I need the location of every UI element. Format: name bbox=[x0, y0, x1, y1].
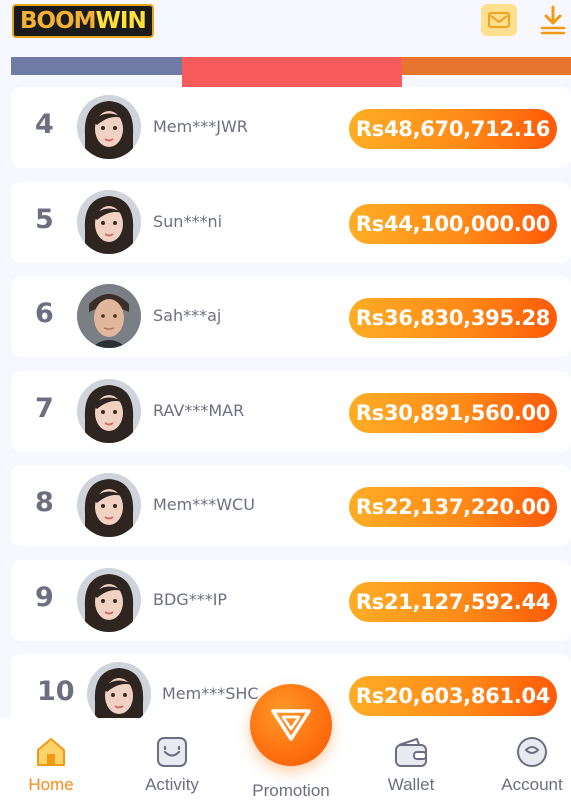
winnings-badge: Rs48,670,712.16 bbox=[349, 109, 557, 149]
rank-number: 10 bbox=[37, 676, 75, 707]
leaderboard-row[interactable]: 6 Sah***aj Rs36,830,395.28 bbox=[11, 276, 571, 357]
mail-icon bbox=[488, 12, 510, 28]
avatar bbox=[77, 284, 141, 348]
player-name: Mem***JWR bbox=[153, 117, 248, 136]
wallet-icon bbox=[395, 738, 427, 767]
stripe-segment-center bbox=[182, 57, 402, 87]
rank-number: 5 bbox=[35, 204, 54, 235]
nav-home[interactable]: Home bbox=[6, 735, 96, 795]
mail-button[interactable] bbox=[481, 4, 517, 36]
player-name: BDG***IP bbox=[153, 590, 228, 609]
promotion-button[interactable] bbox=[250, 684, 332, 766]
player-name: Mem***WCU bbox=[153, 495, 255, 514]
rank-number: 7 bbox=[35, 393, 54, 424]
header: BOOM WIN bbox=[0, 0, 571, 58]
player-name: Sah***aj bbox=[153, 306, 222, 325]
stripe-segment-right bbox=[402, 57, 571, 75]
leaderboard-row[interactable]: 9 BDG***IP Rs21,127,592.44 bbox=[11, 560, 571, 641]
leaderboard-row[interactable]: 5 Sun***ni Rs44,100,000.00 bbox=[11, 182, 571, 263]
download-icon bbox=[540, 5, 566, 35]
rank-number: 9 bbox=[35, 582, 54, 613]
logo-text-win: WIN bbox=[95, 8, 147, 34]
nav-wallet-label: Wallet bbox=[387, 775, 435, 794]
leaderboard-row[interactable]: 8 Mem***WCU Rs22,137,220.00 bbox=[11, 465, 571, 546]
activity-icon bbox=[157, 737, 187, 767]
avatar bbox=[77, 95, 141, 159]
nav-activity[interactable]: Activity bbox=[127, 735, 217, 795]
podium-stripe bbox=[11, 57, 571, 87]
nav-promotion-label[interactable]: Promotion bbox=[241, 781, 341, 801]
nav-activity-label: Activity bbox=[145, 775, 199, 794]
player-name: Sun***ni bbox=[153, 212, 223, 231]
leaderboard-row[interactable]: 4 Mem***JWR Rs48,670,712.16 bbox=[11, 87, 571, 168]
player-name: RAV***MAR bbox=[153, 401, 245, 420]
boomwin-logo[interactable]: BOOM WIN bbox=[12, 4, 154, 38]
nav-home-label: Home bbox=[28, 775, 74, 794]
winnings-badge: Rs22,137,220.00 bbox=[349, 487, 557, 527]
winnings-badge: Rs21,127,592.44 bbox=[349, 582, 557, 622]
diamond-icon bbox=[271, 709, 311, 741]
nav-account[interactable]: Account bbox=[487, 735, 571, 795]
account-icon bbox=[517, 737, 547, 767]
winnings-badge: Rs36,830,395.28 bbox=[349, 298, 557, 338]
app-root: BOOM WIN 4 Mem***JWR Rs48,670,712.16 5 Sun***… bbox=[0, 0, 571, 805]
stripe-segment-left bbox=[11, 57, 182, 75]
player-name: Mem***SHC bbox=[162, 684, 259, 703]
leaderboard-row[interactable]: 7 RAV***MAR Rs30,891,560.00 bbox=[11, 371, 571, 452]
nav-account-label: Account bbox=[501, 775, 563, 794]
rank-number: 8 bbox=[35, 487, 54, 518]
avatar bbox=[77, 568, 141, 632]
rank-number: 4 bbox=[35, 109, 54, 140]
nav-wallet[interactable]: Wallet bbox=[366, 735, 456, 795]
winnings-badge: Rs30,891,560.00 bbox=[349, 393, 557, 433]
avatar bbox=[77, 379, 141, 443]
download-button[interactable] bbox=[538, 2, 568, 38]
winnings-badge: Rs20,603,861.04 bbox=[349, 676, 557, 716]
winnings-badge: Rs44,100,000.00 bbox=[349, 204, 557, 244]
home-icon bbox=[37, 738, 65, 766]
avatar bbox=[77, 473, 141, 537]
avatar bbox=[77, 190, 141, 254]
rank-number: 6 bbox=[35, 298, 54, 329]
logo-text-boom: BOOM bbox=[20, 8, 97, 34]
avatar bbox=[87, 662, 151, 726]
